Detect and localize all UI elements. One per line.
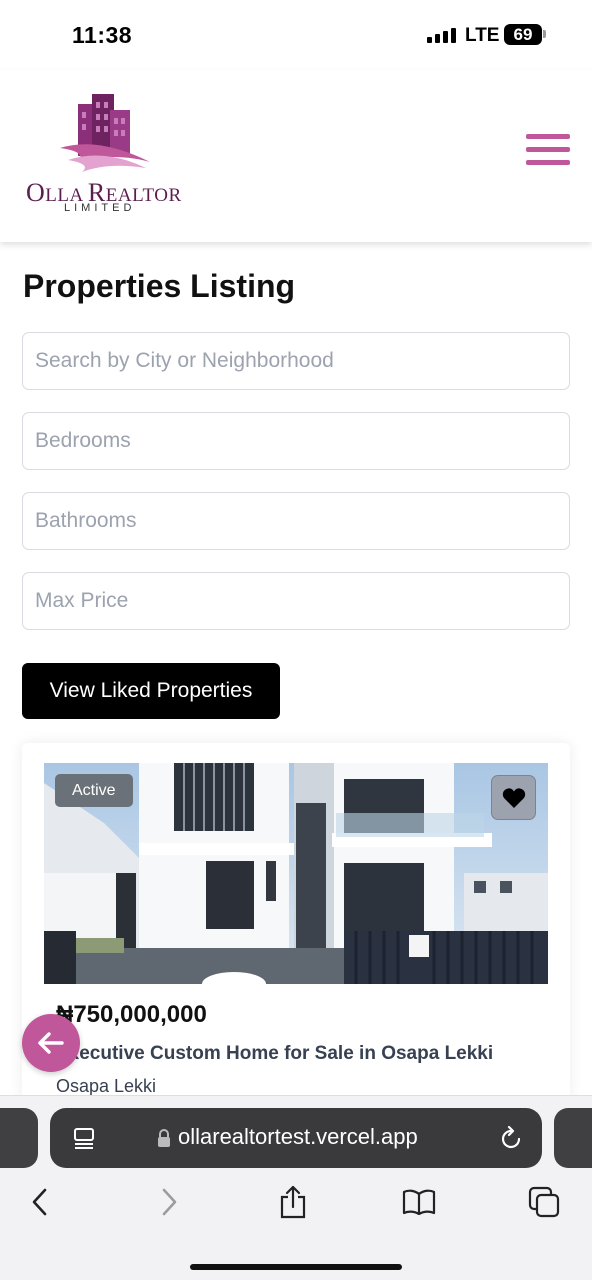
- hamburger-menu-icon[interactable]: [526, 134, 570, 166]
- back-icon[interactable]: [20, 1184, 60, 1220]
- logo[interactable]: OLLA REALTOR LIMITED: [26, 90, 196, 220]
- share-icon[interactable]: [273, 1184, 313, 1220]
- bathrooms-input[interactable]: [22, 492, 570, 550]
- bookmarks-icon[interactable]: [399, 1184, 439, 1220]
- page-title: Properties Listing: [23, 268, 296, 304]
- next-tab[interactable]: [554, 1108, 592, 1168]
- building-logo-icon: [60, 94, 150, 172]
- property-location: Osapa Lekki: [56, 1076, 157, 1096]
- url-text: ollarealtortest.vercel.app: [178, 1124, 418, 1149]
- reload-icon[interactable]: [499, 1125, 523, 1151]
- back-floating-button[interactable]: [22, 1014, 80, 1072]
- signal-strength-icon: [427, 27, 456, 43]
- lock-icon: [158, 1129, 170, 1147]
- battery-icon: 69: [504, 24, 542, 45]
- property-card[interactable]: Active ₦750,000,000 Executive Custom Hom…: [22, 743, 570, 1103]
- status-badge: Active: [55, 774, 133, 807]
- address-bar[interactable]: ollarealtortest.vercel.app: [50, 1108, 542, 1168]
- arrow-left-icon: [38, 1032, 64, 1054]
- view-liked-properties-button[interactable]: View Liked Properties: [22, 663, 280, 719]
- property-title[interactable]: Executive Custom Home for Sale in Osapa …: [56, 1043, 493, 1065]
- network-type: LTE: [465, 25, 500, 46]
- browser-toolbar: [0, 1184, 592, 1224]
- battery-tip: [543, 30, 546, 38]
- favorite-button[interactable]: [491, 775, 536, 820]
- status-time: 11:38: [72, 22, 133, 48]
- browser-bar: ollarealtortest.vercel.app: [0, 1095, 592, 1280]
- home-indicator: [190, 1264, 402, 1270]
- property-price: ₦750,000,000: [56, 1001, 207, 1028]
- property-image[interactable]: Active: [44, 763, 548, 984]
- heart-icon: [502, 787, 525, 808]
- max-price-input[interactable]: [22, 572, 570, 630]
- bedrooms-input[interactable]: [22, 412, 570, 470]
- search-input[interactable]: [22, 332, 570, 390]
- previous-tab[interactable]: [0, 1108, 38, 1168]
- page-menu-icon[interactable]: [72, 1126, 96, 1150]
- site-header: OLLA REALTOR LIMITED: [0, 70, 592, 242]
- status-bar: 11:38 LTE 69: [0, 0, 592, 70]
- logo-subtitle: LIMITED: [64, 202, 136, 214]
- tabs-icon[interactable]: [524, 1184, 564, 1220]
- forward-icon[interactable]: [149, 1184, 189, 1220]
